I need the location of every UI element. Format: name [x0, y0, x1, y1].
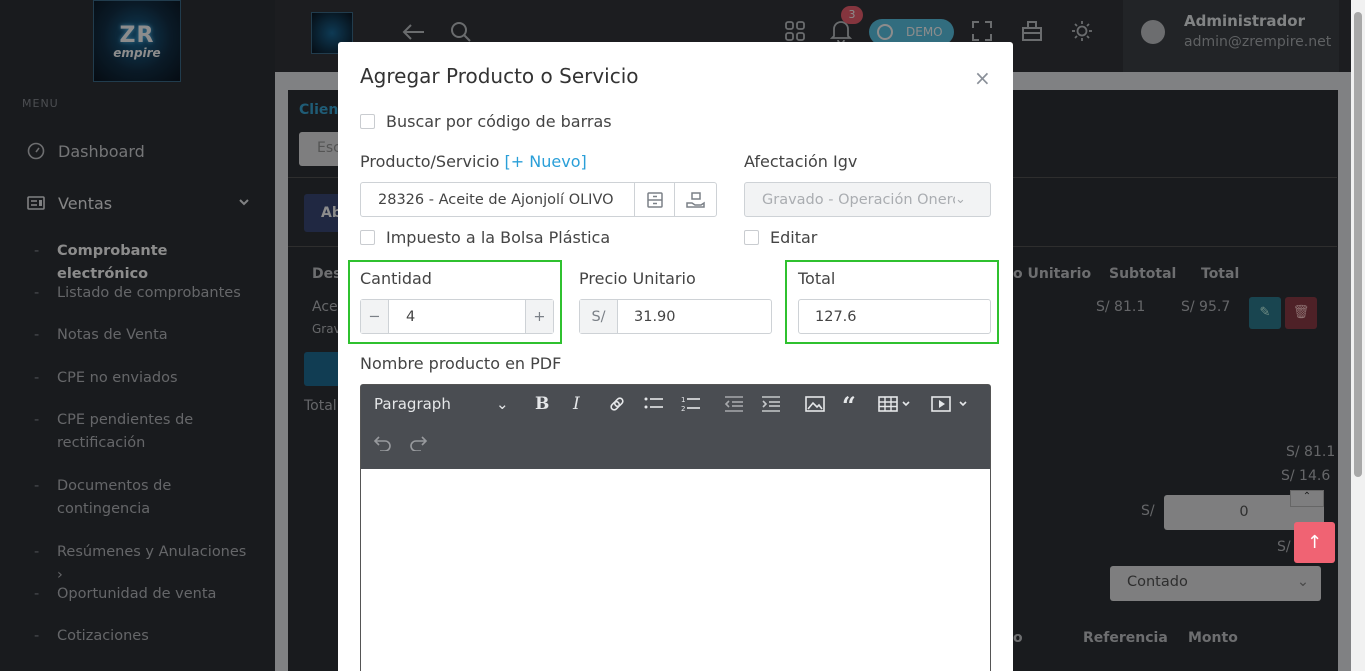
total-field[interactable]: 127.6 — [798, 299, 991, 334]
barcode-checkbox[interactable] — [360, 114, 375, 129]
bold-icon[interactable]: B — [535, 394, 549, 414]
add-product-modal: Agregar Producto o Servicio × Buscar por… — [338, 42, 1013, 671]
rich-text-editor[interactable]: Paragraph ⌄ B I 12 “ — [360, 384, 991, 671]
bag-tax-checkbox[interactable] — [360, 230, 375, 245]
barcode-label: Buscar por código de barras — [386, 112, 612, 131]
edit-checkbox[interactable] — [744, 230, 759, 245]
link-icon[interactable] — [608, 395, 626, 418]
image-icon[interactable] — [805, 395, 825, 418]
media-embed-icon[interactable] — [931, 395, 971, 418]
unit-price-field[interactable]: S/ 31.90 — [579, 299, 772, 334]
plus-icon[interactable]: + — [525, 300, 553, 333]
product-label-text: Producto/Servicio — [360, 152, 500, 171]
pdf-name-label: Nombre producto en PDF — [360, 354, 562, 373]
paragraph-format-select[interactable]: Paragraph ⌄ — [374, 395, 509, 413]
bag-tax-label: Impuesto a la Bolsa Plástica — [386, 228, 611, 247]
format-value: Paragraph — [374, 395, 451, 413]
chevron-down-icon: ⌄ — [955, 192, 966, 207]
igv-select: Gravado - Operación Onerosa ⌄ — [744, 182, 991, 217]
modal-title: Agregar Producto o Servicio — [360, 64, 639, 88]
editor-toolbar: Paragraph ⌄ B I 12 “ — [361, 385, 990, 469]
blockquote-icon[interactable]: “ — [842, 391, 856, 420]
svg-text:2: 2 — [681, 405, 685, 413]
product-value: 28326 - Aceite de Ajonjolí OLIVO — [378, 191, 614, 208]
redo-icon[interactable] — [409, 435, 429, 456]
chevron-down-icon: ⌄ — [496, 395, 509, 413]
unit-price-label: Precio Unitario — [579, 269, 696, 288]
scroll-top-button[interactable]: ↑ — [1294, 522, 1335, 563]
total-label: Total — [798, 269, 836, 288]
product-label: Producto/Servicio [+ Nuevo] — [360, 152, 587, 171]
close-icon[interactable]: × — [974, 66, 991, 90]
new-product-link[interactable]: [+ Nuevo] — [505, 152, 587, 171]
igv-value: Gravado - Operación Onerosa — [762, 191, 955, 208]
igv-label: Afectación Igv — [744, 152, 858, 171]
editor-content-area[interactable] — [361, 469, 990, 671]
unit-price-value[interactable]: 31.90 — [618, 309, 676, 325]
minus-icon[interactable]: − — [361, 300, 389, 333]
currency-prefix: S/ — [580, 300, 618, 333]
quantity-stepper[interactable]: − 4 + — [360, 299, 554, 334]
outdent-icon[interactable] — [724, 395, 744, 418]
svg-text:1: 1 — [681, 396, 685, 404]
undo-icon[interactable] — [372, 435, 392, 456]
bulleted-list-icon[interactable] — [644, 395, 664, 418]
numbered-list-icon[interactable]: 12 — [681, 395, 701, 418]
archive-icon[interactable] — [634, 183, 674, 216]
arrow-up-icon: ↑ — [1306, 532, 1323, 553]
hand-box-icon[interactable] — [674, 183, 716, 216]
indent-icon[interactable] — [761, 395, 781, 418]
italic-icon[interactable]: I — [573, 394, 580, 414]
scrollbar-thumb[interactable] — [1354, 12, 1362, 477]
edit-label: Editar — [770, 228, 818, 247]
product-select[interactable]: 28326 - Aceite de Ajonjolí OLIVO — [360, 182, 717, 217]
quantity-value[interactable]: 4 — [389, 309, 525, 325]
total-value[interactable]: 127.6 — [799, 309, 857, 325]
table-icon[interactable] — [878, 395, 912, 418]
quantity-label: Cantidad — [360, 269, 432, 288]
